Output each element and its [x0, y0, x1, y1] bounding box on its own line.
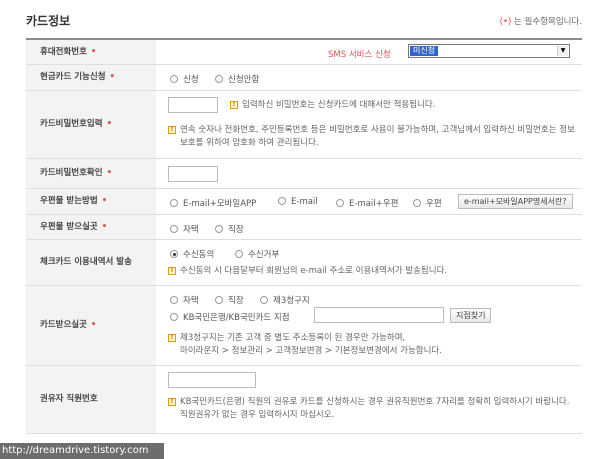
row-check-card: 체크카드 이용내역서 발송 수신동의 수신거부 ! 수신동의 시 다음달부터 회원…	[26, 240, 582, 286]
radio-cash-none[interactable]: 신청안함	[215, 73, 259, 85]
radio-icon	[413, 199, 421, 207]
find-branch-button[interactable]: 지점찾기	[450, 308, 492, 323]
sms-selected-value: 미신청	[410, 46, 439, 56]
row-mobile: 휴대전화번호 • SMS 서비스 신청 미신청 ▼	[26, 40, 582, 65]
warning-icon: !	[168, 126, 176, 134]
required-star-icon: •	[90, 320, 97, 330]
label-mail-method: 우편물 받는방법 •	[26, 189, 156, 214]
label-mail-place: 우편물 받으실곳 •	[26, 215, 156, 239]
label-card-place: 카드받으실곳 •	[26, 286, 156, 365]
row-cash-card: 현금카드 기능신청 • 신청 신청안함	[26, 65, 582, 91]
required-star-icon: •	[101, 221, 108, 232]
radio-icon	[170, 225, 178, 233]
row-mail-place: 우편물 받으실곳 • 자택 직장	[26, 215, 582, 240]
radio-icon	[336, 199, 344, 207]
radio-email-post[interactable]: E-mail+우편	[336, 197, 398, 209]
radio-icon	[260, 296, 268, 304]
radio-cash-apply[interactable]: 신청	[170, 73, 199, 85]
required-star-icon: •	[106, 168, 112, 178]
label-check-card: 체크카드 이용내역서 발송	[26, 240, 156, 285]
row-referrer: 권유자 직원번호 ! KB국민카드(은행) 직원의 권유로 카드를 신청하시는 경…	[26, 366, 582, 434]
card-info-form: 휴대전화번호 • SMS 서비스 신청 미신청 ▼ 현금카드 기능신청 • 신청 신…	[26, 38, 582, 434]
required-note: (•) 는 필수항목입니다.	[500, 15, 582, 27]
radio-mail-home[interactable]: 자택	[170, 223, 199, 235]
label-mobile: 휴대전화번호 •	[26, 40, 156, 64]
sms-service-label: SMS 서비스 신청	[328, 50, 391, 60]
radio-email-app[interactable]: E-mail+모바일APP	[170, 197, 256, 209]
row-password-confirm: 카드비밀번호확인 •	[26, 159, 582, 189]
radio-icon	[170, 75, 178, 83]
radio-icon	[170, 313, 178, 321]
label-password: 카드비밀번호입력 •	[26, 91, 156, 158]
section-header: 카드정보 (•) 는 필수항목입니다.	[26, 12, 582, 34]
required-star-icon: •	[101, 196, 108, 206]
radio-card-branch[interactable]: KB국민은행/KB국민카드 지점	[170, 311, 290, 323]
referrer-input[interactable]	[168, 372, 256, 388]
radio-icon	[215, 296, 223, 304]
card-place-note: ! 제3청구지는 기존 고객 중 별도 주소등록이 된 경우만 가능하며, 마이라운…	[168, 332, 576, 358]
check-card-note: ! 수신동의 시 다음달부터 회원님의 e-mail 주소로 이용내역서가 발송됩…	[168, 265, 576, 278]
watermark: http://dreamdrive.tistory.com	[0, 443, 164, 459]
email-app-info-button[interactable]: e-mail+모바일APP명세서란?	[458, 194, 573, 209]
radio-icon	[235, 250, 243, 258]
warning-icon: !	[168, 267, 176, 275]
required-star-icon: •	[109, 72, 115, 82]
radio-post[interactable]: 우편	[413, 197, 442, 209]
password-note-1: ! 입력하신 비밀번호는 신청카드에 대해서만 적용됩니다.	[230, 99, 576, 112]
required-mark: (•)	[499, 17, 512, 27]
chevron-down-icon[interactable]: ▼	[557, 46, 568, 56]
radio-card-third[interactable]: 제3청구지	[260, 294, 310, 306]
section-title: 카드정보	[26, 14, 71, 28]
referrer-note: ! KB국민카드(은행) 직원의 권유로 카드를 신청하시는 경우 권유직원번호 …	[168, 396, 576, 422]
password-confirm-input[interactable]	[168, 166, 218, 182]
label-password-confirm: 카드비밀번호확인 •	[26, 159, 156, 188]
radio-mail-work[interactable]: 직장	[215, 223, 244, 235]
sms-service-select[interactable]: 미신청 ▼	[408, 44, 570, 58]
radio-checked-icon	[170, 250, 178, 258]
radio-receive-agree[interactable]: 수신동의	[170, 248, 214, 260]
warning-icon: !	[168, 334, 176, 342]
required-star-icon: •	[90, 46, 97, 57]
warning-icon: !	[230, 101, 238, 109]
radio-icon	[278, 197, 286, 205]
row-mail-method: 우편물 받는방법 • E-mail+모바일APP E-mail E-mail+우편…	[26, 189, 582, 215]
required-note-text: 는 필수항목입니다.	[511, 17, 582, 27]
radio-email[interactable]: E-mail	[278, 197, 318, 207]
password-input[interactable]	[168, 97, 218, 113]
radio-icon	[215, 75, 223, 83]
radio-icon	[170, 199, 178, 207]
row-password: 카드비밀번호입력 • ! 입력하신 비밀번호는 신청카드에 대해서만 적용됩니다. …	[26, 91, 582, 159]
radio-receive-reject[interactable]: 수신거부	[235, 248, 279, 260]
label-cash-card: 현금카드 기능신청 •	[26, 65, 156, 90]
label-referrer: 권유자 직원번호	[26, 366, 156, 433]
radio-card-work[interactable]: 직장	[215, 294, 244, 306]
row-card-place: 카드받으실곳 • 자택 직장 제3청구지 KB국민은행/KB국민카드 지점 지점찾…	[26, 286, 582, 366]
radio-card-home[interactable]: 자택	[170, 294, 199, 306]
password-note-2: ! 연속 숫자나 전화번호, 주민등록번호 등은 비밀번호로 사용이 불가능하며,…	[168, 124, 576, 150]
branch-input[interactable]	[314, 307, 444, 323]
radio-icon	[215, 225, 223, 233]
radio-icon	[170, 296, 178, 304]
required-star-icon: •	[106, 119, 112, 129]
warning-icon: !	[168, 398, 176, 406]
